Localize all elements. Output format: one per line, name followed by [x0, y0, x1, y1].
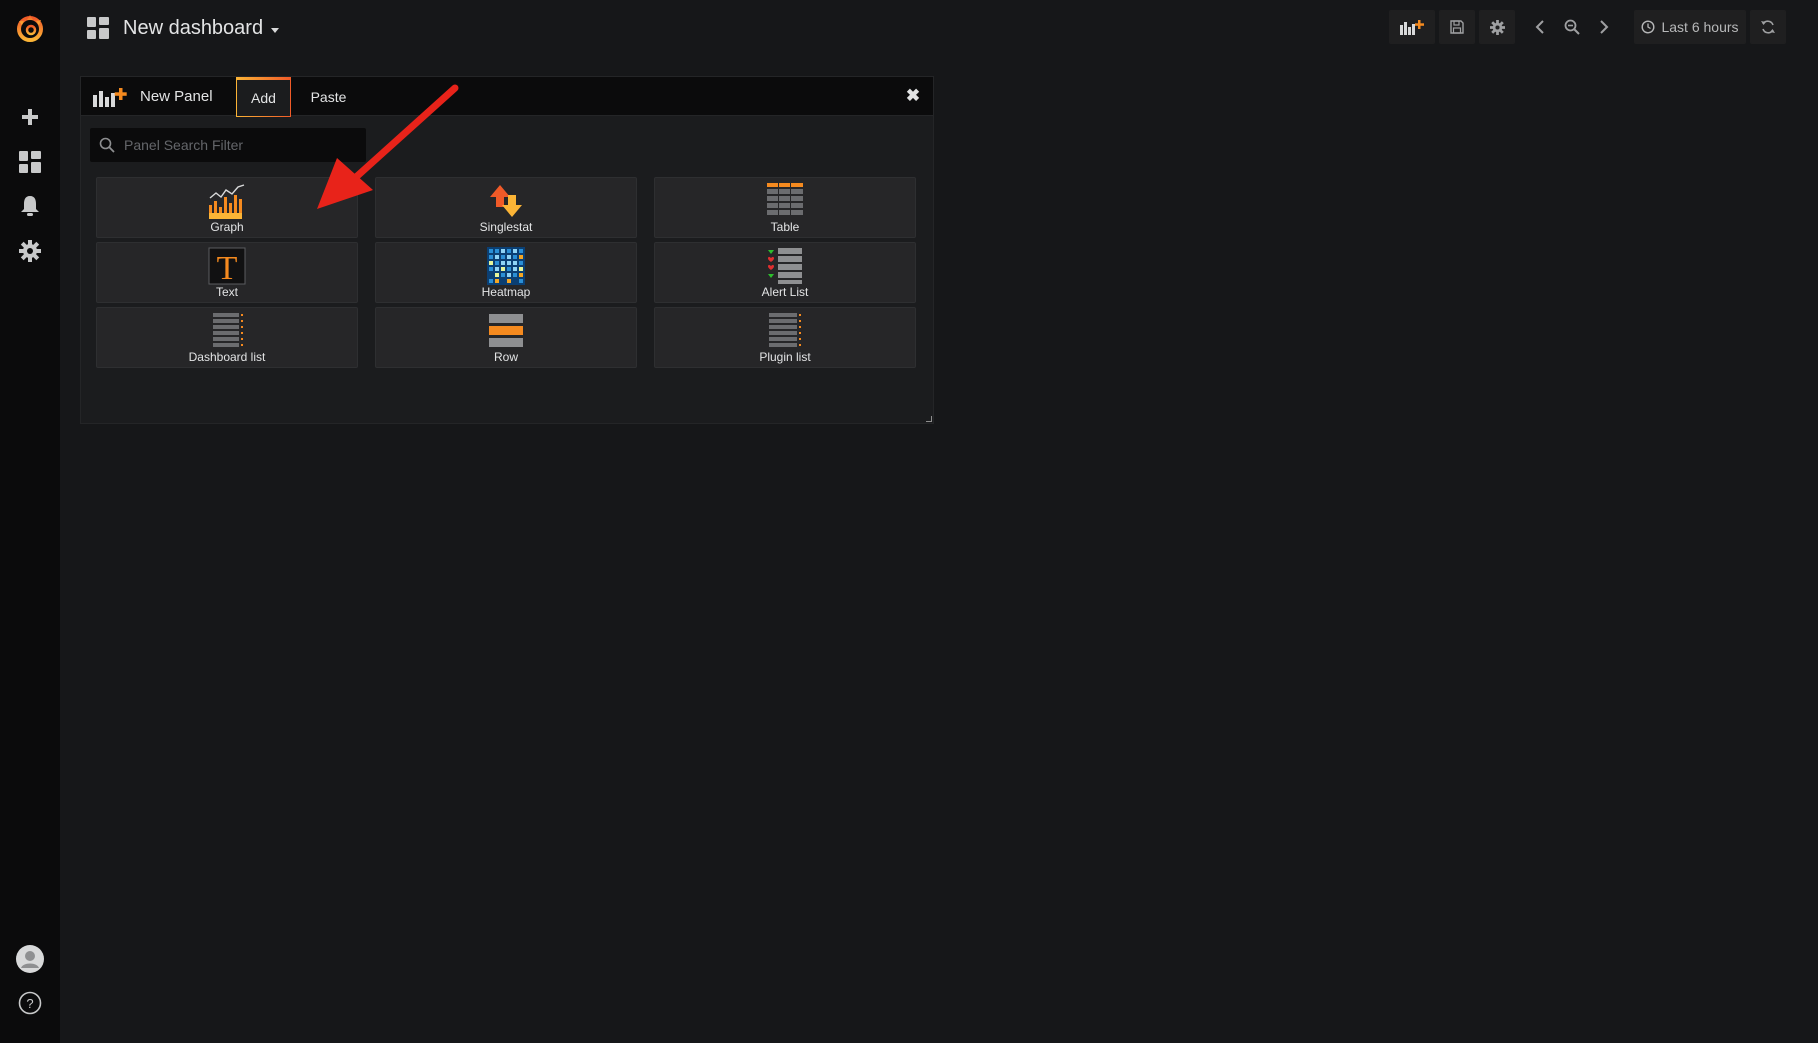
refresh-icon [1761, 20, 1775, 34]
row-icon [489, 314, 523, 347]
time-range-label: Last 6 hours [1661, 19, 1739, 35]
top-navbar: New dashboard Last 6 hours [60, 0, 1818, 56]
plugin-list-icon [769, 313, 801, 347]
gear-icon [1489, 19, 1505, 35]
panel-card-alert-list[interactable]: Alert List [654, 242, 916, 303]
sidebar-item-alerting[interactable] [0, 184, 60, 228]
caret-down-icon [271, 27, 280, 33]
add-panel-widget: New Panel Add Paste ✖ Graph S [80, 76, 934, 424]
close-icon[interactable]: ✖ [903, 86, 923, 106]
panel-search-input[interactable] [124, 128, 362, 162]
tab-paste[interactable]: Paste [296, 77, 361, 117]
panel-card-label: Plugin list [759, 350, 811, 364]
dashboard-settings-button[interactable] [1479, 10, 1515, 44]
refresh-button[interactable] [1750, 10, 1786, 44]
grafana-logo[interactable] [0, 4, 60, 52]
sidebar-item-help[interactable]: ? [0, 981, 60, 1025]
panel-card-label: Alert List [761, 285, 809, 299]
time-shift-forward-button[interactable] [1591, 10, 1617, 44]
panel-card-label: Table [770, 220, 800, 234]
svg-text:T: T [217, 250, 238, 285]
dashboard-picker[interactable]: New dashboard [87, 14, 280, 42]
add-panel-icon [93, 87, 127, 107]
panel-card-text[interactable]: T Text [96, 242, 358, 303]
question-icon: ? [18, 991, 42, 1015]
panel-card-heatmap[interactable]: Heatmap [375, 242, 637, 303]
panel-card-singlestat[interactable]: Singlestat [375, 177, 637, 238]
clock-icon [1641, 20, 1655, 34]
sidebar-item-dashboards[interactable] [0, 140, 60, 184]
zoom-out-button[interactable] [1557, 10, 1587, 44]
time-shift-back-button[interactable] [1527, 10, 1553, 44]
save-icon [1450, 20, 1464, 34]
panel-card-label: Dashboard list [188, 350, 266, 364]
search-icon [99, 137, 115, 153]
panel-card-plugin-list[interactable]: Plugin list [654, 307, 916, 368]
panel-card-label: Heatmap [481, 285, 531, 299]
plus-icon [22, 109, 38, 125]
bell-icon [21, 196, 39, 216]
panel-card-graph[interactable]: Graph [96, 177, 358, 238]
table-icon [767, 183, 803, 215]
save-dashboard-button[interactable] [1439, 10, 1475, 44]
panel-card-label: Text [215, 285, 238, 299]
panel-card-label: Singlestat [479, 220, 533, 234]
panel-card-label: Graph [210, 220, 244, 234]
panel-card-label: Row [493, 350, 518, 364]
zoom-out-icon [1564, 19, 1580, 35]
dashboard-title: New dashboard [123, 16, 264, 39]
graph-icon [209, 184, 245, 219]
avatar-icon [16, 945, 44, 973]
dashboard-list-icon [213, 313, 243, 347]
svg-text:?: ? [26, 996, 33, 1011]
apps-icon [19, 151, 41, 173]
sidebar-item-profile[interactable] [0, 937, 60, 981]
chevron-left-icon [1535, 20, 1544, 34]
sidebar-item-create[interactable] [0, 95, 60, 139]
add-panel-title: New Panel [93, 77, 213, 116]
add-panel-button[interactable] [1389, 10, 1435, 44]
time-picker-button[interactable]: Last 6 hours [1634, 10, 1746, 44]
apps-icon [87, 17, 109, 39]
add-panel-header: New Panel Add Paste ✖ [81, 77, 933, 117]
resize-handle[interactable] [926, 416, 932, 422]
panel-card-row[interactable]: Row [375, 307, 637, 368]
sidebar-item-configuration[interactable] [0, 229, 60, 273]
grafana-logo-icon [17, 15, 43, 42]
gear-icon [19, 240, 41, 262]
chevron-right-icon [1600, 20, 1609, 34]
alert-list-icon [768, 248, 802, 284]
panel-search [90, 128, 366, 162]
add-panel-icon [1400, 20, 1424, 35]
heatmap-icon [487, 247, 525, 285]
panel-card-dashboard-list[interactable]: Dashboard list [96, 307, 358, 368]
tab-add[interactable]: Add [236, 77, 291, 117]
panel-card-table[interactable]: Table [654, 177, 916, 238]
singlestat-icon [490, 185, 522, 217]
text-icon: T [208, 247, 246, 285]
sidebar: ? [0, 0, 60, 1043]
new-panel-title: New Panel [140, 88, 213, 105]
